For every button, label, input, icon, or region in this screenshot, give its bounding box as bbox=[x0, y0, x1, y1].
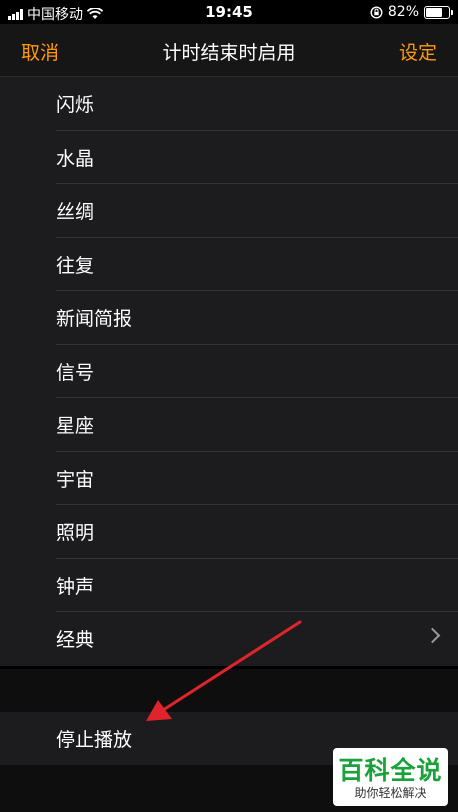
watermark-title: 百科全说 bbox=[338, 756, 443, 785]
ringtone-item-classic[interactable]: 经典 bbox=[0, 612, 458, 666]
battery-icon bbox=[424, 5, 453, 19]
battery-percent: 82% bbox=[387, 4, 419, 20]
page-title: 计时结束时启用 bbox=[162, 42, 296, 64]
ringtone-label: 信号 bbox=[56, 361, 95, 384]
ringtone-item-cosmic[interactable]: 宇宙 bbox=[0, 452, 458, 506]
ringtone-item-constellation[interactable]: 星座 bbox=[0, 398, 458, 452]
chevron-right-icon bbox=[424, 627, 441, 644]
ringtone-label: 宇宙 bbox=[56, 468, 95, 491]
watermark-logo: 百科全说 助你轻松解决 bbox=[333, 748, 448, 806]
status-bar: 中国移动 19:45 82% bbox=[0, 0, 458, 24]
ringtone-list: 闪烁 水晶 丝绸 往复 新闻简报 信号 星座 宇宙 照明 钟声 经典 bbox=[0, 77, 458, 666]
ringtone-label: 钟声 bbox=[56, 575, 95, 598]
ringtone-item-silk[interactable]: 丝绸 bbox=[0, 184, 458, 238]
orientation-lock-icon bbox=[370, 5, 383, 19]
section-spacer bbox=[0, 669, 458, 712]
ringtone-label: 照明 bbox=[56, 522, 95, 545]
ringtone-label: 水晶 bbox=[56, 147, 95, 170]
stop-playing-label: 停止播放 bbox=[56, 729, 133, 751]
watermark-subtitle: 助你轻松解决 bbox=[354, 786, 427, 800]
ringtone-label: 新闻简报 bbox=[56, 308, 133, 331]
ringtone-label: 往复 bbox=[56, 254, 95, 277]
ringtone-item-reciprocate[interactable]: 往复 bbox=[0, 238, 458, 292]
ringtone-item-flash[interactable]: 闪烁 bbox=[0, 77, 458, 131]
ringtone-label: 闪烁 bbox=[56, 94, 95, 117]
ringtone-item-chimes[interactable]: 钟声 bbox=[0, 559, 458, 613]
navigation-bar: 取消 计时结束时启用 设定 bbox=[0, 24, 458, 77]
set-button[interactable]: 设定 bbox=[399, 38, 437, 65]
ringtone-label: 经典 bbox=[56, 629, 95, 652]
ringtone-label: 丝绸 bbox=[56, 201, 95, 224]
ringtone-item-illuminate[interactable]: 照明 bbox=[0, 505, 458, 559]
ringtone-label: 星座 bbox=[56, 415, 95, 438]
ringtone-item-crystal[interactable]: 水晶 bbox=[0, 131, 458, 185]
ringtone-item-news-brief[interactable]: 新闻简报 bbox=[0, 291, 458, 345]
ringtone-item-signal[interactable]: 信号 bbox=[0, 345, 458, 399]
